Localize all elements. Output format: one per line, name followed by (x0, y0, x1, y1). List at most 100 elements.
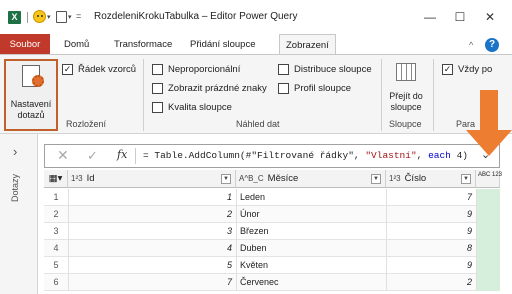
smiley-feedback-icon[interactable] (33, 10, 46, 23)
whole-number-type-icon[interactable]: 1²3 (71, 174, 83, 183)
fx-icon: fx (117, 148, 128, 161)
column-header-cislo-label: Číslo (404, 173, 427, 184)
tab-transform[interactable]: Transformace (108, 34, 178, 55)
column-header-mesice[interactable]: A^B_C Měsíce ▼ (236, 170, 386, 188)
formula-input[interactable]: = Table.AddColumn(#"Filtrované řádky", "… (143, 150, 468, 161)
save-icon[interactable] (56, 11, 67, 23)
cell-id[interactable]: 2 (68, 206, 236, 223)
table-row[interactable]: 3 3 Březen 9 (44, 223, 500, 240)
column-header-new[interactable]: ABC 123 (476, 170, 502, 188)
checkbox-checked-icon: ✓ (442, 64, 453, 75)
show-whitespace-checkbox[interactable]: Zobrazit prázdné znaky (152, 82, 267, 96)
column-header-id[interactable]: 1²3 Id ▼ (68, 170, 236, 188)
cell-cislo[interactable]: 8 (386, 240, 476, 257)
column-header-cislo[interactable]: 1²3 Číslo ▼ (386, 170, 476, 188)
query-settings-button[interactable]: Nastavení dotazů (4, 59, 58, 131)
cell-new-column[interactable] (476, 240, 500, 257)
formula-bar-checkbox[interactable]: ✓ Řádek vzorců (62, 63, 136, 77)
tab-add-column[interactable]: Přidání sloupce (184, 34, 261, 55)
confirm-formula-icon[interactable]: ✓ (87, 148, 98, 164)
table-row[interactable]: 2 2 Únor 9 (44, 206, 500, 223)
row-number[interactable]: 3 (44, 223, 68, 240)
cell-id[interactable]: 4 (68, 240, 236, 257)
table-row[interactable]: 1 1 Leden 7 (44, 189, 500, 206)
row-number[interactable]: 4 (44, 240, 68, 257)
cell-mesic[interactable]: Červenec (236, 274, 386, 291)
cell-mesic[interactable]: Květen (236, 257, 386, 274)
column-distribution-label: Distribuce sloupce (294, 64, 372, 75)
filter-dropdown-icon[interactable]: ▼ (371, 174, 381, 184)
row-number[interactable]: 5 (44, 257, 68, 274)
cell-cislo[interactable]: 2 (386, 274, 476, 291)
row-number[interactable]: 1 (44, 189, 68, 206)
formula-mid: , (416, 150, 429, 161)
title-bar: X ▾ ▾ = RozdeleniKrokuTabulka – Editor P… (0, 0, 512, 34)
group-divider (143, 59, 144, 131)
monospaced-checkbox[interactable]: Neproporcionální (152, 63, 240, 77)
formula-keyword: each (428, 150, 451, 161)
cell-new-column[interactable] (476, 206, 500, 223)
window-title: RozdeleniKrokuTabulka – Editor Power Que… (94, 11, 298, 22)
table-row[interactable]: 4 4 Duben 8 (44, 240, 500, 257)
monospaced-label: Neproporcionální (168, 64, 241, 75)
queries-pane[interactable]: › Dotazy (0, 134, 38, 294)
tab-home[interactable]: Domů (58, 34, 95, 55)
cell-mesic[interactable]: Únor (236, 206, 386, 223)
cell-cislo[interactable]: 9 (386, 206, 476, 223)
group-divider (433, 59, 434, 131)
always-allow-label: Vždy po (458, 64, 493, 75)
column-header-mesice-label: Měsíce (267, 173, 299, 184)
cell-mesic[interactable]: Březen (236, 223, 386, 240)
save-dropdown-icon[interactable]: ▾ (68, 13, 72, 21)
cell-cislo[interactable]: 9 (386, 223, 476, 240)
row-number[interactable]: 6 (44, 274, 68, 291)
cell-new-column[interactable] (476, 257, 500, 274)
cell-cislo[interactable]: 7 (386, 189, 476, 206)
formula-bar: ✕ ✓ fx = Table.AddColumn(#"Filtrované řá… (44, 144, 500, 168)
minimize-button[interactable]: — (416, 8, 444, 26)
cell-mesic[interactable]: Leden (236, 189, 386, 206)
row-number[interactable]: 2 (44, 206, 68, 223)
cell-mesic[interactable]: Duben (236, 240, 386, 257)
column-quality-checkbox[interactable]: Kvalita sloupce (152, 101, 232, 115)
column-profile-checkbox[interactable]: Profil sloupce (278, 82, 351, 96)
cell-id[interactable]: 1 (68, 189, 236, 206)
group-divider (381, 59, 382, 131)
cell-new-column[interactable] (476, 189, 500, 206)
help-icon[interactable]: ? (485, 38, 499, 52)
preview-group-label: Náhled dat (236, 119, 280, 129)
layout-group-label: Rozložení (66, 119, 107, 129)
column-distribution-checkbox[interactable]: Distribuce sloupce (278, 63, 372, 77)
annotation-arrow-icon (466, 90, 512, 156)
column-profile-label: Profil sloupce (294, 83, 352, 94)
filter-dropdown-icon[interactable]: ▼ (221, 174, 231, 184)
cell-cislo[interactable]: 9 (386, 257, 476, 274)
title-separator (27, 12, 28, 23)
whole-number-type-icon[interactable]: 1²3 (389, 174, 401, 183)
formula-bar-label: Řádek vzorců (78, 64, 137, 75)
filter-dropdown-icon[interactable]: ▼ (461, 174, 471, 184)
cell-id[interactable]: 3 (68, 223, 236, 240)
cell-id[interactable]: 5 (68, 257, 236, 274)
go-to-column-button[interactable]: Přejít do sloupce (385, 61, 425, 117)
customize-quick-access-icon[interactable]: = (76, 11, 81, 21)
tab-view[interactable]: Zobrazení (279, 34, 336, 55)
cell-new-column[interactable] (476, 274, 500, 291)
table-row[interactable]: 6 7 Červenec 2 (44, 274, 500, 291)
text-type-icon[interactable]: A^B_C (239, 174, 264, 183)
table-menu-button[interactable]: ▦▾ (44, 170, 68, 188)
any-type-icon[interactable]: ABC 123 (478, 172, 502, 178)
expand-queries-chevron-icon[interactable]: › (13, 144, 17, 159)
cell-id[interactable]: 7 (68, 274, 236, 291)
feedback-dropdown-icon[interactable]: ▾ (47, 13, 51, 21)
tab-file[interactable]: Soubor (0, 34, 50, 55)
cell-new-column[interactable] (476, 223, 500, 240)
always-allow-checkbox[interactable]: ✓ Vždy po (442, 63, 492, 77)
table-row[interactable]: 5 5 Květen 9 (44, 257, 500, 274)
table-columns-icon (396, 63, 416, 81)
maximize-button[interactable]: ☐ (446, 8, 474, 26)
formula-string: "Vlastní" (365, 150, 417, 161)
collapse-ribbon-icon[interactable]: ^ (469, 40, 473, 50)
close-button[interactable]: ✕ (476, 8, 504, 26)
cancel-formula-icon[interactable]: ✕ (57, 147, 69, 164)
